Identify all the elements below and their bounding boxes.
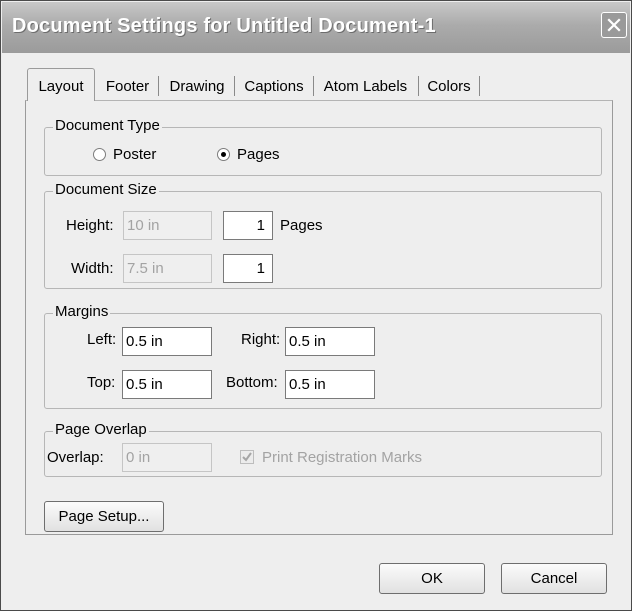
- tab-drawing[interactable]: Drawing: [163, 71, 231, 100]
- bottom-margin-label: Bottom:: [226, 374, 278, 391]
- radio-selected-dot: [221, 152, 226, 157]
- width-pages-field[interactable]: 1: [223, 254, 273, 283]
- width-field: 7.5 in: [123, 254, 212, 283]
- cancel-button[interactable]: Cancel: [501, 563, 607, 594]
- left-margin-input[interactable]: 0.5 in: [122, 327, 212, 356]
- tab-atom-labels[interactable]: Atom Labels: [318, 71, 413, 100]
- right-margin-input[interactable]: 0.5 in: [285, 327, 375, 356]
- top-margin-input[interactable]: 0.5 in: [122, 370, 212, 399]
- tab-colors[interactable]: Colors: [422, 71, 476, 100]
- pages-radio[interactable]: [217, 148, 230, 161]
- print-registration-checkbox[interactable]: [240, 450, 254, 464]
- document-settings-dialog: Document Settings for Untitled Document-…: [0, 0, 632, 611]
- height-pages-field[interactable]: 1: [223, 211, 273, 240]
- close-icon: [607, 18, 621, 32]
- close-button[interactable]: [601, 12, 627, 38]
- tab-separator: [418, 76, 419, 96]
- document-size-legend: Document Size: [53, 181, 159, 198]
- page-overlap-legend: Page Overlap: [53, 421, 149, 438]
- poster-label[interactable]: Poster: [113, 146, 156, 163]
- document-type-legend: Document Type: [53, 117, 162, 134]
- tab-layout[interactable]: Layout: [27, 68, 95, 101]
- page-overlap-group: Page Overlap Overlap: 0 in Print Registr…: [44, 421, 602, 477]
- right-margin-label: Right:: [241, 331, 281, 348]
- tab-separator: [479, 76, 480, 96]
- title-bar[interactable]: Document Settings for Untitled Document-…: [2, 2, 630, 53]
- height-field: 10 in: [123, 211, 212, 240]
- margins-group: Margins Left: 0.5 in Right: 0.5 in Top: …: [44, 303, 602, 409]
- window-title: Document Settings for Untitled Document-…: [12, 15, 436, 37]
- pages-count-label: Pages: [280, 217, 323, 234]
- tab-separator: [158, 76, 159, 96]
- page-setup-button[interactable]: Page Setup...: [44, 501, 164, 532]
- ok-button[interactable]: OK: [379, 563, 485, 594]
- height-label: Height:: [66, 217, 114, 234]
- overlap-label: Overlap:: [47, 449, 104, 466]
- overlap-field: 0 in: [122, 443, 212, 472]
- tab-footer[interactable]: Footer: [100, 71, 155, 100]
- margins-legend: Margins: [53, 303, 111, 320]
- document-size-group: Document Size Height: 10 in 1 Pages Widt…: [44, 181, 602, 289]
- poster-radio[interactable]: [93, 148, 106, 161]
- left-margin-label: Left:: [87, 331, 117, 348]
- tab-captions[interactable]: Captions: [239, 71, 309, 100]
- tab-separator: [313, 76, 314, 96]
- top-margin-label: Top:: [87, 374, 116, 391]
- tab-separator: [234, 76, 235, 96]
- layout-tab-panel: Document Type Poster Pages Document Size…: [25, 100, 613, 535]
- checkmark-icon: [242, 452, 252, 462]
- bottom-margin-input[interactable]: 0.5 in: [285, 370, 375, 399]
- pages-label[interactable]: Pages: [237, 146, 280, 163]
- width-label: Width:: [71, 260, 114, 277]
- document-type-group: Document Type Poster Pages: [44, 117, 602, 176]
- print-registration-label: Print Registration Marks: [262, 449, 423, 466]
